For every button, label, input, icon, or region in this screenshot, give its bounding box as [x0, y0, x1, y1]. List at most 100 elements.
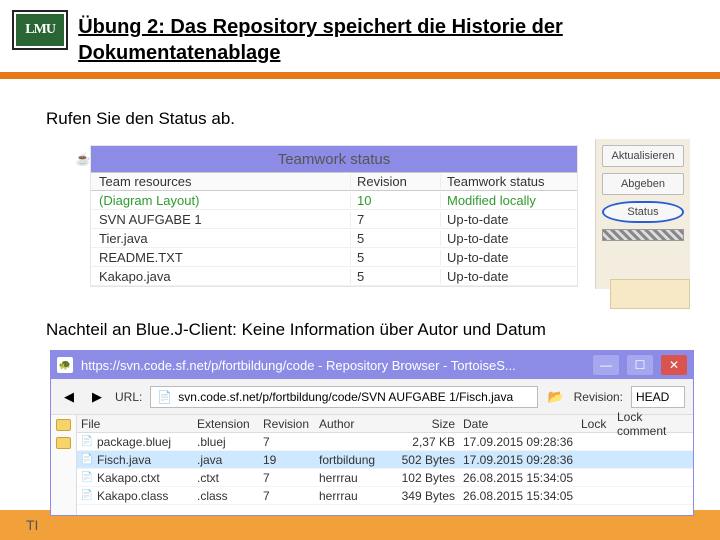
- go-icon[interactable]: 📂: [546, 387, 566, 407]
- cell: .class: [197, 489, 263, 503]
- cell: 📄Kakapo.class: [77, 489, 197, 503]
- url-label: URL:: [115, 390, 142, 404]
- table-row[interactable]: Kakapo.java5Up-to-date: [91, 267, 577, 286]
- col-lockcomment[interactable]: Lock comment: [617, 410, 653, 438]
- table-row[interactable]: SVN AUFGABE 17Up-to-date: [91, 210, 577, 229]
- cell: Up-to-date: [441, 231, 577, 246]
- cell: 5: [351, 269, 441, 284]
- cell: Tier.java: [91, 231, 351, 246]
- cell: 2,37 KB: [393, 435, 463, 449]
- cell: SVN AUFGABE 1: [91, 212, 351, 227]
- table-row[interactable]: README.TXT5Up-to-date: [91, 248, 577, 267]
- cell: herrrau: [319, 489, 393, 503]
- repo-window-title: https://svn.code.sf.net/p/fortbildung/co…: [81, 358, 585, 373]
- cell: 26.08.2015 15:34:05: [463, 489, 581, 503]
- cell: .ctxt: [197, 471, 263, 485]
- teamwork-header-row: Team resources Revision Teamwork status: [91, 172, 577, 191]
- revision-field[interactable]: HEAD: [631, 386, 685, 408]
- cell: 📄Fisch.java: [77, 453, 197, 467]
- teamwork-window: ☕ Teamwork status Team resources Revisio…: [90, 145, 578, 287]
- cell: 10: [351, 193, 441, 208]
- lmu-logo: LMU: [12, 10, 68, 50]
- forward-icon[interactable]: ▶: [87, 387, 107, 407]
- col-auth[interactable]: Author: [319, 417, 393, 431]
- col-rev[interactable]: Revision: [263, 417, 319, 431]
- file-icon: 📄: [81, 490, 93, 502]
- file-icon: 📄: [81, 436, 93, 448]
- beige-block: [610, 279, 690, 309]
- cell: 📄package.bluej: [77, 435, 197, 449]
- col-status: Teamwork status: [441, 174, 577, 189]
- url-field[interactable]: 📄 svn.code.sf.net/p/fortbildung/code/SVN…: [150, 386, 537, 408]
- cell: 102 Bytes: [393, 471, 463, 485]
- teamwork-title: Teamwork status: [91, 151, 577, 168]
- revision-label: Revision:: [574, 390, 623, 404]
- col-ext[interactable]: Extension: [197, 417, 263, 431]
- caption-text: Nachteil an Blue.J-Client: Keine Informa…: [0, 306, 720, 346]
- folder-icon[interactable]: [56, 419, 71, 431]
- tree-panel: [51, 415, 77, 515]
- cell: Up-to-date: [441, 250, 577, 265]
- status-button[interactable]: Status: [602, 201, 684, 223]
- file-row[interactable]: 📄package.bluej.bluej7 2,37 KB17.09.2015 0…: [77, 433, 693, 451]
- col-date[interactable]: Date: [463, 417, 581, 431]
- teamwork-titlebar: ☕ Teamwork status: [91, 146, 577, 172]
- repo-titlebar: 🐢 https://svn.code.sf.net/p/fortbildung/…: [51, 351, 693, 379]
- file-row[interactable]: 📄Kakapo.ctxt.ctxt7herrrau102 Bytes26.08.…: [77, 469, 693, 487]
- cell: herrrau: [319, 471, 393, 485]
- cell: 7: [263, 489, 319, 503]
- cell: 5: [351, 231, 441, 246]
- revision-value: HEAD: [636, 390, 669, 404]
- cell: .bluej: [197, 435, 263, 449]
- cell: fortbildung: [319, 453, 393, 467]
- cell: README.TXT: [91, 250, 351, 265]
- file-row[interactable]: 📄Fisch.java.java19fortbildung502 Bytes17…: [77, 451, 693, 469]
- teamwork-side-panel: Aktualisieren Abgeben Status: [595, 139, 690, 289]
- close-button[interactable]: ✕: [661, 355, 687, 375]
- cell: 7: [263, 435, 319, 449]
- cell: 7: [263, 471, 319, 485]
- repo-browser-window: 🐢 https://svn.code.sf.net/p/fortbildung/…: [50, 350, 694, 516]
- file-icon: 📄: [81, 472, 93, 484]
- table-row[interactable]: (Diagram Layout)10Modified locally: [91, 191, 577, 210]
- hatched-area: [602, 229, 684, 241]
- minimize-button[interactable]: —: [593, 355, 619, 375]
- file-list-header: File Extension Revision Author Size Date…: [77, 415, 693, 433]
- cell: 📄Kakapo.ctxt: [77, 471, 197, 485]
- java-icon: ☕: [73, 149, 93, 169]
- col-lock[interactable]: Lock: [581, 417, 617, 431]
- fish-icon: 📄: [157, 390, 172, 404]
- teamwork-screenshot: ☕ Teamwork status Team resources Revisio…: [50, 145, 690, 290]
- file-list: File Extension Revision Author Size Date…: [77, 415, 693, 515]
- footer-text: TI: [26, 517, 38, 533]
- col-file[interactable]: File: [77, 417, 197, 431]
- cell: 19: [263, 453, 319, 467]
- col-resources: Team resources: [91, 174, 351, 189]
- cell: 17.09.2015 09:28:36: [463, 435, 581, 449]
- cell: 17.09.2015 09:28:36: [463, 453, 581, 467]
- tortoise-icon: 🐢: [57, 357, 73, 373]
- slide-title: Übung 2: Das Repository speichert die Hi…: [78, 10, 720, 66]
- cell: 7: [351, 212, 441, 227]
- maximize-button[interactable]: ☐: [627, 355, 653, 375]
- cell: (Diagram Layout): [91, 193, 351, 208]
- file-icon: 📄: [81, 454, 93, 466]
- col-size[interactable]: Size: [393, 417, 463, 431]
- cell: 349 Bytes: [393, 489, 463, 503]
- cell: Up-to-date: [441, 269, 577, 284]
- cell: .java: [197, 453, 263, 467]
- cell: 26.08.2015 15:34:05: [463, 471, 581, 485]
- cell: 5: [351, 250, 441, 265]
- lmu-logo-text: LMU: [16, 14, 64, 46]
- instruction-text: Rufen Sie den Status ab.: [0, 79, 720, 139]
- submit-button[interactable]: Abgeben: [602, 173, 684, 195]
- cell: Up-to-date: [441, 212, 577, 227]
- back-icon[interactable]: ◀: [59, 387, 79, 407]
- table-row[interactable]: Tier.java5Up-to-date: [91, 229, 577, 248]
- url-value: svn.code.sf.net/p/fortbildung/code/SVN A…: [178, 390, 513, 404]
- cell: Kakapo.java: [91, 269, 351, 284]
- folder-icon[interactable]: [56, 437, 71, 449]
- file-row[interactable]: 📄Kakapo.class.class7herrrau349 Bytes26.0…: [77, 487, 693, 505]
- col-revision: Revision: [351, 174, 441, 189]
- refresh-button[interactable]: Aktualisieren: [602, 145, 684, 167]
